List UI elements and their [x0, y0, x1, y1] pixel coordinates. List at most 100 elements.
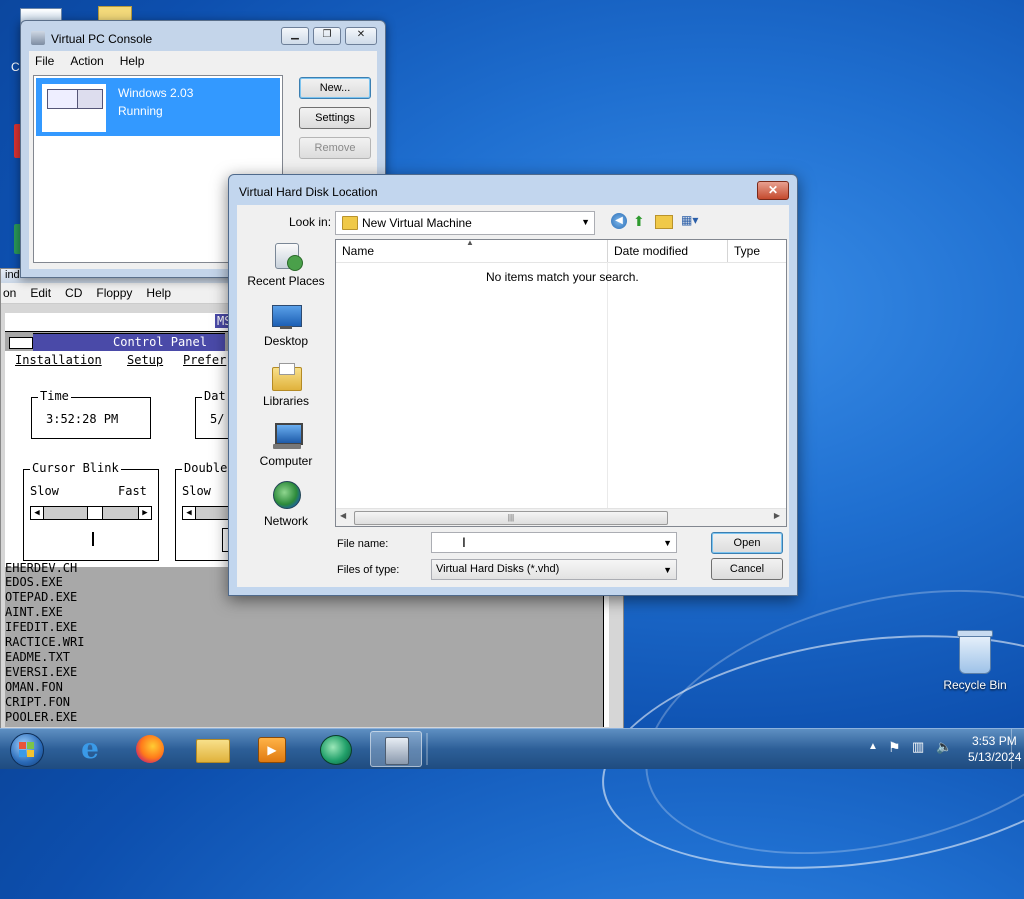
- file-item[interactable]: CRIPT.FON: [5, 695, 70, 710]
- place-label: Network: [263, 514, 308, 528]
- tray-time[interactable]: 3:53 PM: [972, 734, 1017, 748]
- place-recent-places[interactable]: Recent Places: [243, 241, 329, 288]
- minimize-button[interactable]: ▁: [281, 27, 309, 45]
- back-icon[interactable]: ◀: [611, 213, 627, 229]
- network-status-icon[interactable]: ▥: [912, 739, 924, 755]
- double-click-label: Double: [182, 461, 230, 475]
- cp-menu-prefer[interactable]: Prefer: [183, 353, 226, 367]
- cp-menu-setup[interactable]: Setup: [127, 353, 163, 367]
- scroll-right-icon[interactable]: ▶: [774, 511, 780, 520]
- restore-button[interactable]: ❐: [313, 27, 341, 45]
- remove-button[interactable]: Remove: [299, 137, 371, 159]
- settings-button[interactable]: Settings: [299, 107, 371, 129]
- look-in-label: Look in:: [289, 215, 332, 229]
- vm-menu-action[interactable]: on: [3, 286, 16, 300]
- recent-places-icon: [271, 241, 303, 271]
- time-label: Time: [38, 389, 71, 403]
- look-in-combo[interactable]: New Virtual Machine ▼: [335, 211, 595, 235]
- slider-left-arrow-icon[interactable]: ◀: [31, 507, 44, 519]
- cp-sysmenu-icon[interactable]: [9, 337, 33, 349]
- control-panel-titlebar[interactable]: Control Panel: [33, 333, 225, 353]
- console-menu-file[interactable]: File: [35, 54, 54, 68]
- files-area-left: [5, 371, 11, 567]
- taskbar-windows-explorer[interactable]: [186, 731, 238, 767]
- time-value[interactable]: 3:52:28 PM: [46, 412, 118, 426]
- cursor-blink-fast: Fast: [118, 484, 147, 498]
- cp-menu-installation[interactable]: Installation: [15, 353, 102, 367]
- console-title: Virtual PC Console: [51, 32, 153, 46]
- cursor-blink-slider[interactable]: ◀ ▶: [30, 506, 152, 520]
- scroll-left-icon[interactable]: ◀: [340, 511, 346, 520]
- control-panel-body: Time 3:52:28 PM Dat 5/ Cursor Blink Slow…: [5, 371, 257, 567]
- chevron-down-icon[interactable]: ▼: [663, 538, 672, 548]
- place-label: Libraries: [262, 394, 310, 408]
- date-value[interactable]: 5/: [210, 412, 224, 426]
- file-item[interactable]: EVERSI.EXE: [5, 665, 77, 680]
- computer-monitor: [275, 423, 303, 445]
- logo-red: [19, 742, 26, 749]
- file-item[interactable]: POOLER.EXE: [5, 710, 77, 725]
- horizontal-scrollbar[interactable]: ◀ ||| ▶: [336, 508, 786, 526]
- file-item[interactable]: EDOS.EXE: [5, 575, 63, 590]
- file-listview[interactable]: Name ▲ Date modified Type No items match…: [335, 238, 787, 527]
- vhd-location-dialog[interactable]: Virtual Hard Disk Location ✕ Look in: Ne…: [228, 174, 798, 596]
- show-hidden-icons-icon[interactable]: ▲: [868, 741, 878, 752]
- new-vm-button[interactable]: New...: [299, 77, 371, 99]
- show-desktop-button[interactable]: [1011, 729, 1024, 769]
- file-item[interactable]: EHERDEV.CH: [5, 561, 77, 576]
- file-item[interactable]: OTEPAD.EXE: [5, 590, 77, 605]
- file-item[interactable]: EADME.TXT: [5, 650, 70, 665]
- place-network[interactable]: Network: [243, 481, 329, 528]
- file-item[interactable]: RACTICE.WRI: [5, 635, 84, 650]
- column-header-date[interactable]: Date modified: [608, 240, 728, 262]
- recycle-bin-icon[interactable]: Recycle Bin: [940, 630, 1010, 692]
- slider-left-arrow-icon[interactable]: ◀: [183, 507, 196, 519]
- up-folder-icon[interactable]: ⬆: [633, 213, 649, 229]
- chevron-down-icon[interactable]: ▼: [663, 565, 672, 575]
- open-button[interactable]: Open: [711, 532, 783, 554]
- place-desktop[interactable]: Desktop: [243, 301, 329, 348]
- vm-name: Windows 2.03: [118, 86, 194, 100]
- vm-list-item[interactable]: Windows 2.03 Running: [36, 78, 280, 136]
- file-item[interactable]: OMAN.FON: [5, 680, 63, 695]
- column-header-type[interactable]: Type: [728, 240, 786, 262]
- place-libraries[interactable]: Libraries: [243, 361, 329, 408]
- desktop-icon: [271, 301, 302, 331]
- taskbar-media-player[interactable]: ▶: [246, 731, 298, 767]
- file-item[interactable]: IFEDIT.EXE: [5, 620, 77, 635]
- vm-menu-floppy[interactable]: Floppy: [96, 286, 132, 300]
- file-item[interactable]: AINT.EXE: [5, 605, 63, 620]
- slider-thumb[interactable]: [87, 507, 103, 519]
- slider-right-arrow-icon[interactable]: ▶: [138, 507, 151, 519]
- files-of-type-value: Virtual Hard Disks (*.vhd): [436, 563, 560, 575]
- volume-muted-icon[interactable]: 🔈: [936, 739, 952, 755]
- column-header-name[interactable]: Name ▲: [336, 238, 608, 262]
- dialog-close-button[interactable]: ✕: [757, 181, 789, 200]
- console-menu-action[interactable]: Action: [70, 54, 103, 68]
- vm-menu-edit[interactable]: Edit: [30, 286, 51, 300]
- views-menu-icon[interactable]: ▦▾: [681, 213, 707, 229]
- files-of-type-select[interactable]: Virtual Hard Disks (*.vhd) ▼: [431, 559, 677, 580]
- desktop-stand: [280, 326, 292, 329]
- vm-status: Running: [118, 104, 163, 118]
- taskbar-internet-explorer[interactable]: e: [64, 731, 116, 767]
- file-name-label: File name:: [337, 538, 389, 550]
- places-bar: Recent Places Desktop Libraries Computer…: [243, 241, 329, 547]
- taskbar-virtual-pc-globe[interactable]: [308, 731, 360, 767]
- file-name-input[interactable]: I ▼: [431, 532, 677, 553]
- place-computer[interactable]: Computer: [243, 421, 329, 468]
- logo-green: [27, 742, 34, 749]
- taskbar-virtual-pc-console[interactable]: [370, 731, 422, 767]
- new-folder-icon[interactable]: [655, 215, 673, 229]
- scroll-thumb[interactable]: |||: [354, 511, 668, 525]
- console-menu-help[interactable]: Help: [120, 54, 145, 68]
- chevron-down-icon[interactable]: ▼: [581, 217, 590, 227]
- cancel-button[interactable]: Cancel: [711, 558, 783, 580]
- vm-menu-cd[interactable]: CD: [65, 286, 82, 300]
- taskbar-firefox[interactable]: [124, 731, 176, 767]
- action-center-flag-icon[interactable]: ⚑: [888, 739, 901, 756]
- time-group: Time 3:52:28 PM: [31, 389, 151, 439]
- vm-menu-help[interactable]: Help: [146, 286, 171, 300]
- start-button[interactable]: [2, 731, 52, 767]
- close-button[interactable]: ✕: [345, 27, 377, 45]
